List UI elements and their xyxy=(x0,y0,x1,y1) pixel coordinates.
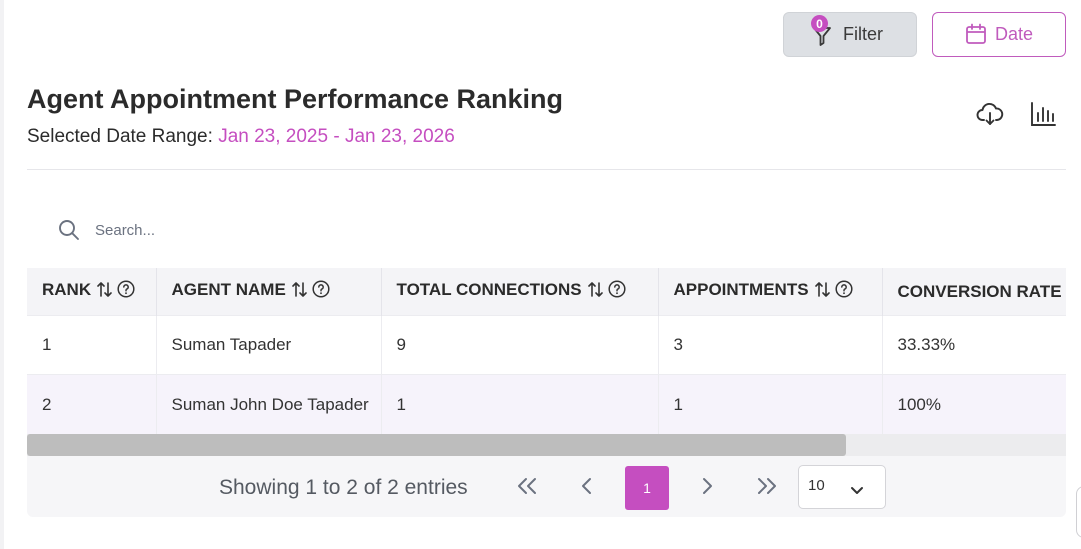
date-button[interactable]: Date xyxy=(932,12,1066,57)
ranking-table: RANK AGENT NAME TOTAL CONNECTIONS APPOIN… xyxy=(27,268,1066,434)
filter-button[interactable]: 0 Filter xyxy=(783,12,917,57)
column-header-conversion-rate[interactable]: CONVERSION RATE xyxy=(882,268,1066,316)
last-page-icon xyxy=(755,477,779,499)
last-page-button[interactable] xyxy=(745,466,789,510)
prev-page-button[interactable] xyxy=(565,466,609,510)
date-label: Date xyxy=(995,24,1034,44)
column-header-total-connections[interactable]: TOTAL CONNECTIONS xyxy=(381,268,659,316)
cell-total-connections: 9 xyxy=(381,315,659,375)
cell-rank: 1 xyxy=(27,315,157,375)
date-range-value: Jan 23, 2025 - Jan 23, 2026 xyxy=(218,126,455,147)
page-button-current[interactable]: 1 xyxy=(625,466,669,510)
search-box[interactable] xyxy=(58,215,358,245)
search-icon xyxy=(58,219,80,241)
sort-icon[interactable] xyxy=(814,281,830,303)
entries-summary: Showing 1 to 2 of 2 entries xyxy=(219,476,468,499)
pagination-bar: Showing 1 to 2 of 2 entries 1 10 xyxy=(27,456,1066,517)
date-range: Selected Date Range: Jan 23, 2025 - Jan … xyxy=(27,126,455,148)
horizontal-scrollbar[interactable] xyxy=(27,434,1066,456)
help-icon[interactable] xyxy=(835,280,853,303)
column-header-agent-name[interactable]: AGENT NAME xyxy=(156,268,382,316)
cell-agent-name: Suman John Doe Tapader xyxy=(156,374,382,434)
table-row[interactable]: 1 Suman Tapader 9 3 33.33% xyxy=(27,315,1066,375)
prev-page-icon xyxy=(580,477,594,499)
search-input[interactable] xyxy=(93,220,337,240)
filter-label: Filter xyxy=(843,24,883,44)
table-row[interactable]: 2 Suman John Doe Tapader 1 1 100% xyxy=(27,374,1066,434)
page-title: Agent Appointment Performance Ranking xyxy=(27,84,564,114)
scrollbar-thumb[interactable] xyxy=(27,434,846,456)
column-header-appointments[interactable]: APPOINTMENTS xyxy=(658,268,883,316)
sort-icon[interactable] xyxy=(97,281,112,303)
date-range-label: Selected Date Range: xyxy=(27,126,213,147)
cell-rank: 2 xyxy=(27,374,157,434)
header-divider xyxy=(27,169,1066,170)
help-icon[interactable] xyxy=(117,280,135,303)
column-header-rank[interactable]: RANK xyxy=(27,268,157,316)
help-icon[interactable] xyxy=(312,280,330,303)
bar-chart-icon xyxy=(1030,101,1056,131)
left-panel-edge xyxy=(0,0,4,549)
cell-appointments: 3 xyxy=(658,315,883,375)
side-widget-edge[interactable] xyxy=(1076,486,1081,538)
filter-count-badge: 0 xyxy=(811,15,828,32)
sort-icon[interactable] xyxy=(587,281,603,303)
page-size-select[interactable]: 10 xyxy=(798,465,886,509)
download-button[interactable] xyxy=(976,102,1004,130)
first-page-button[interactable] xyxy=(505,466,549,510)
calendar-icon xyxy=(965,23,987,50)
cell-conversion-rate: 100% xyxy=(882,374,1066,434)
table-header-row: RANK AGENT NAME TOTAL CONNECTIONS APPOIN… xyxy=(27,268,1066,316)
help-icon[interactable] xyxy=(608,280,626,303)
first-page-icon xyxy=(515,477,539,499)
next-page-icon xyxy=(700,477,714,499)
download-cloud-icon xyxy=(976,101,1004,131)
next-page-button[interactable] xyxy=(685,466,729,510)
chevron-down-icon xyxy=(850,481,864,500)
page-size-value: 10 xyxy=(808,477,825,494)
sort-icon[interactable] xyxy=(291,281,307,303)
cell-agent-name: Suman Tapader xyxy=(156,315,382,375)
cell-total-connections: 1 xyxy=(381,374,659,434)
cell-conversion-rate: 33.33% xyxy=(882,315,1066,375)
cell-appointments: 1 xyxy=(658,374,883,434)
chart-view-button[interactable] xyxy=(1029,102,1057,130)
